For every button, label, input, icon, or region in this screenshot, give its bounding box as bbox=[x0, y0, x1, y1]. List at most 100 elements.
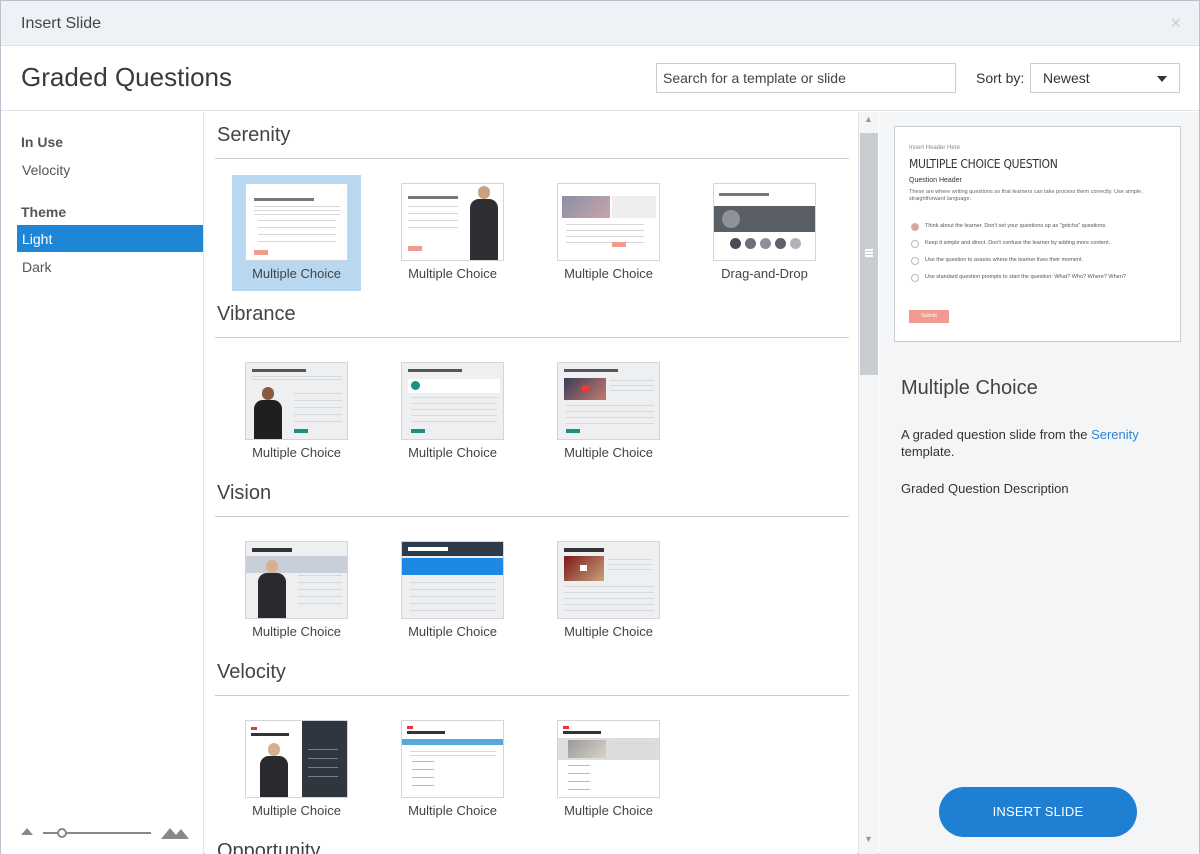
thumb-line bbox=[566, 230, 644, 231]
thumb-title bbox=[719, 193, 769, 196]
thumb-option bbox=[308, 758, 338, 759]
gallery-scrollbar[interactable]: ▲ ▼ bbox=[858, 112, 878, 854]
radio-icon bbox=[911, 257, 919, 265]
thumb-band bbox=[402, 558, 503, 575]
preview-slide: Insert Header Here MULTIPLE CHOICE QUEST… bbox=[894, 126, 1181, 342]
scroll-handle[interactable] bbox=[860, 133, 878, 375]
template-card[interactable]: Multiple Choice bbox=[544, 354, 673, 470]
thumb-line bbox=[564, 586, 654, 587]
template-card[interactable]: Multiple Choice bbox=[388, 354, 517, 470]
sidebar-item-velocity[interactable]: Velocity bbox=[17, 156, 203, 183]
insert-slide-dialog: Insert Slide × Graded Questions Sort by:… bbox=[0, 0, 1200, 854]
thumb-line bbox=[258, 220, 336, 221]
large-mountain-icon bbox=[161, 828, 189, 839]
template-card[interactable]: Multiple Choice bbox=[232, 533, 361, 649]
template-card[interactable]: Multiple Choice bbox=[388, 712, 517, 828]
dialog-header: Graded Questions Sort by: Newest bbox=[1, 47, 1199, 111]
thumb-line bbox=[566, 417, 654, 418]
template-card[interactable]: Multiple Choice bbox=[232, 175, 361, 291]
card-label: Multiple Choice bbox=[252, 266, 341, 281]
thumb-line bbox=[258, 234, 336, 235]
thumb-line bbox=[410, 610, 496, 611]
thumb-submit bbox=[254, 250, 268, 255]
thumb-option bbox=[412, 769, 434, 770]
preview-prompt: These are where writing questions so tha… bbox=[909, 189, 1143, 202]
thumbnail-size-slider[interactable] bbox=[21, 824, 191, 840]
section-divider bbox=[215, 695, 849, 696]
thumb-line bbox=[564, 598, 654, 599]
slide-thumbnail bbox=[245, 541, 348, 619]
scroll-down-icon[interactable]: ▼ bbox=[859, 834, 878, 852]
thumb-drag-item bbox=[760, 238, 771, 249]
template-card[interactable]: Multiple Choice bbox=[544, 175, 673, 291]
template-card[interactable]: Multiple Choice bbox=[544, 712, 673, 828]
thumb-line bbox=[410, 755, 496, 756]
thumb-drag-item bbox=[775, 238, 786, 249]
thumb-line bbox=[612, 748, 654, 749]
sidebar-item-light[interactable]: Light bbox=[17, 225, 203, 252]
thumb-line bbox=[294, 414, 342, 415]
thumb-line bbox=[252, 379, 342, 380]
slide-thumbnail bbox=[557, 362, 660, 440]
thumb-panel bbox=[612, 196, 656, 218]
thumb-title bbox=[408, 547, 448, 551]
thumb-line bbox=[258, 227, 336, 228]
template-card[interactable]: Multiple Choice bbox=[544, 533, 673, 649]
thumb-option bbox=[412, 777, 434, 778]
card-label: Multiple Choice bbox=[252, 624, 341, 639]
small-mountain-icon bbox=[21, 828, 33, 835]
template-card[interactable]: Multiple Choice bbox=[232, 354, 361, 470]
sidebar-item-dark[interactable]: Dark bbox=[17, 253, 203, 280]
thumb-line bbox=[566, 411, 654, 412]
section-title-velocity: Velocity bbox=[217, 661, 286, 683]
thumb-line bbox=[612, 753, 654, 754]
slider-thumb[interactable] bbox=[57, 828, 68, 838]
template-card[interactable]: Drag-and-Drop bbox=[700, 175, 829, 291]
section-title-serenity: Serenity bbox=[217, 124, 291, 146]
thumb-line bbox=[408, 220, 458, 221]
sort-dropdown[interactable]: Newest bbox=[1030, 63, 1180, 93]
thumb-line bbox=[610, 385, 654, 386]
card-label: Multiple Choice bbox=[564, 445, 653, 460]
scroll-up-icon[interactable]: ▲ bbox=[859, 114, 878, 132]
thumb-line bbox=[608, 559, 652, 560]
thumb-panel bbox=[408, 379, 500, 393]
thumb-title bbox=[564, 548, 604, 552]
card-label: Multiple Choice bbox=[564, 803, 653, 818]
radio-icon bbox=[911, 274, 919, 282]
slide-thumbnail bbox=[401, 541, 504, 619]
thumb-option bbox=[412, 761, 434, 762]
thumb-line bbox=[254, 206, 340, 207]
sidebar-heading-in-use: In Use bbox=[21, 134, 64, 150]
template-card[interactable]: Multiple Choice bbox=[388, 533, 517, 649]
thumb-line bbox=[298, 603, 342, 604]
thumb-line bbox=[410, 582, 496, 583]
sort-label: Sort by: bbox=[976, 70, 1025, 86]
thumb-line bbox=[566, 236, 644, 237]
card-label: Multiple Choice bbox=[564, 266, 653, 281]
thumb-line bbox=[408, 213, 458, 214]
thumb-person-body bbox=[470, 199, 498, 260]
thumb-line bbox=[294, 407, 342, 408]
slide-thumbnail bbox=[245, 720, 348, 798]
search-input[interactable] bbox=[656, 63, 956, 93]
close-icon[interactable]: × bbox=[1170, 13, 1181, 34]
slide-thumbnail bbox=[557, 183, 660, 261]
template-card[interactable]: Multiple Choice bbox=[232, 712, 361, 828]
thumb-dark-panel bbox=[302, 721, 347, 797]
insert-slide-button[interactable]: INSERT SLIDE bbox=[939, 787, 1137, 837]
thumb-option bbox=[568, 789, 590, 790]
thumb-line bbox=[298, 575, 342, 576]
thumb-line bbox=[410, 751, 496, 752]
template-link[interactable]: Serenity bbox=[1091, 427, 1139, 442]
thumb-option bbox=[568, 781, 590, 782]
thumb-title bbox=[254, 198, 314, 201]
thumb-option bbox=[568, 765, 590, 766]
thumb-line bbox=[294, 421, 342, 422]
thumb-line bbox=[298, 589, 342, 590]
template-card[interactable]: Multiple Choice bbox=[388, 175, 517, 291]
section-title-vision: Vision bbox=[217, 482, 272, 504]
thumb-title bbox=[563, 731, 601, 734]
thumb-title bbox=[564, 369, 618, 372]
thumb-person-head bbox=[262, 387, 274, 400]
